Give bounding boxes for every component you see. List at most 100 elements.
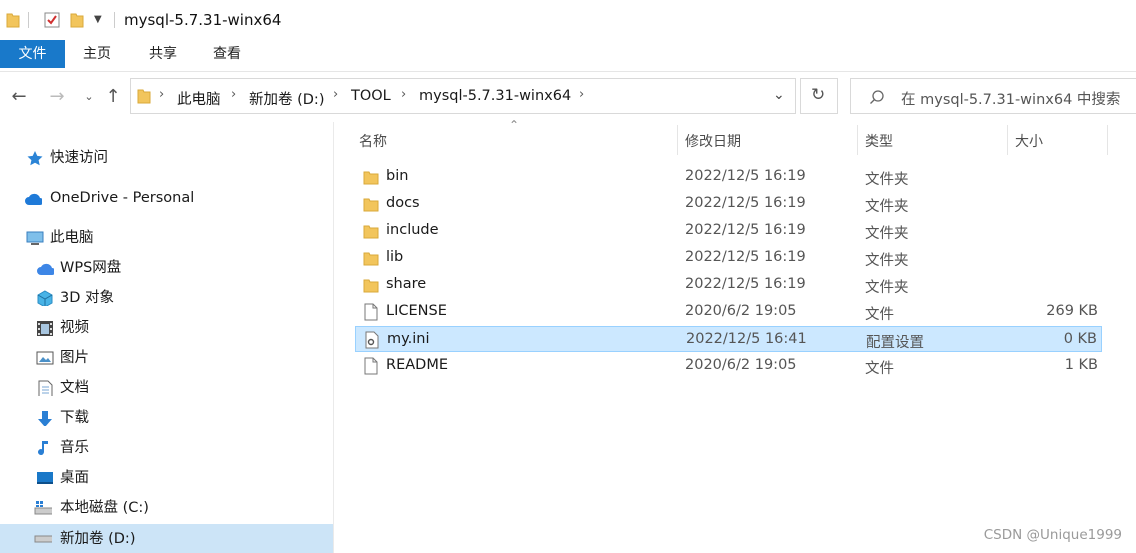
file-row-my-ini[interactable]: my.ini 2022/12/5 16:41 配置设置 0 KB [355,326,1102,352]
chevron-down-icon[interactable]: ▼ [94,14,102,25]
nav-local-disk-c[interactable]: 本地磁盘 (C:) [34,494,324,522]
wps-cloud-icon [37,263,54,275]
file-type: 文件夹 [865,199,909,215]
file-date: 2020/6/2 19:05 [685,357,797,373]
breadcrumb-drive-d[interactable]: 新加卷 (D:) [249,88,324,109]
blank-file-icon [364,303,378,321]
breadcrumb-separator-icon[interactable]: › [401,87,406,102]
file-name: include [386,222,439,238]
address-bar[interactable]: › 此电脑 › 新加卷 (D:) › TOOL › mysql-5.7.31-w… [130,78,796,114]
file-type: 配置设置 [866,335,924,351]
breadcrumb-separator-icon[interactable]: › [579,87,584,102]
file-row-bin[interactable]: bin 2022/12/5 16:19 文件夹 [355,164,1102,190]
file-row-readme[interactable]: README 2020/6/2 19:05 文件 1 KB [355,353,1102,379]
file-name: share [386,276,427,292]
file-name: bin [386,168,409,184]
folder-icon [363,252,379,266]
file-type: 文件 [865,307,894,323]
nav-this-pc[interactable]: 此电脑 [24,224,324,252]
nav-item-label: 快速访问 [50,150,108,166]
column-divider[interactable] [1007,125,1008,155]
picture-icon [36,351,54,365]
column-divider[interactable] [677,125,678,155]
column-header-date[interactable]: 修改日期 [685,131,741,151]
tab-share[interactable]: 共享 [138,40,188,68]
back-arrow-icon[interactable]: ← [8,85,30,107]
file-name: lib [386,249,404,265]
breadcrumb-separator-icon[interactable]: › [159,87,164,102]
breadcrumb-this-pc[interactable]: 此电脑 [177,88,221,109]
nav-item-label: 3D 对象 [60,290,114,306]
search-box[interactable]: 在 mysql-5.7.31-winx64 中搜索 [850,78,1136,114]
nav-new-volume-d[interactable]: 新加卷 (D:) [0,524,333,553]
divider [114,12,115,28]
file-row-include[interactable]: include 2022/12/5 16:19 文件夹 [355,218,1102,244]
sort-ascending-caret-icon: ⌃ [509,118,520,132]
file-row-lib[interactable]: lib 2022/12/5 16:19 文件夹 [355,245,1102,271]
computer-icon [26,231,44,245]
column-divider[interactable] [1107,125,1108,155]
nav-item-label: 视频 [60,320,89,336]
search-icon [870,90,884,104]
onedrive-cloud-icon [25,193,42,205]
breadcrumb-mysql[interactable]: mysql-5.7.31-winx64 [419,88,571,104]
windows-drive-icon [34,501,52,515]
file-row-license[interactable]: LICENSE 2020/6/2 19:05 文件 269 KB [355,299,1102,325]
file-type: 文件夹 [865,280,909,296]
refresh-button[interactable]: ↻ [800,78,838,114]
up-arrow-icon[interactable]: ↑ [102,85,124,107]
divider [28,12,29,28]
file-size: 269 KB [1046,303,1098,319]
file-date: 2022/12/5 16:19 [685,168,806,184]
file-size: 0 KB [1063,331,1097,347]
window-title: mysql-5.7.31-winx64 [124,11,282,29]
new-folder-icon[interactable] [70,12,84,28]
tab-file[interactable]: 文件 [0,40,65,68]
properties-check-icon[interactable] [44,12,60,28]
forward-arrow-icon[interactable]: → [46,85,68,107]
nav-item-label: 此电脑 [50,230,94,246]
nav-onedrive[interactable]: OneDrive - Personal [24,184,324,212]
nav-downloads[interactable]: 下载 [34,404,324,432]
nav-documents[interactable]: 文档 [34,374,324,402]
nav-quick-access[interactable]: 快速访问 [24,144,324,172]
ribbon-tabs: 文件 主页 共享 查看 [0,40,1136,72]
file-type: 文件夹 [865,226,909,242]
nav-music[interactable]: 音乐 [34,434,324,462]
refresh-icon: ↻ [811,85,826,105]
music-note-icon [38,441,48,456]
file-name: LICENSE [386,303,447,319]
nav-item-label: 本地磁盘 (C:) [60,500,149,516]
breadcrumb-tool[interactable]: TOOL [351,88,391,104]
nav-item-label: WPS网盘 [60,260,122,276]
file-name: README [386,357,448,373]
file-type: 文件夹 [865,253,909,269]
breadcrumb-separator-icon[interactable]: › [333,87,338,102]
download-arrow-icon [38,411,52,426]
nav-wps-drive[interactable]: WPS网盘 [34,254,324,282]
nav-videos[interactable]: 视频 [34,314,324,342]
nav-3d-objects[interactable]: 3D 对象 [34,284,324,312]
file-row-docs[interactable]: docs 2022/12/5 16:19 文件夹 [355,191,1102,217]
address-dropdown-chevron-icon[interactable]: ⌄ [773,87,785,103]
tab-view[interactable]: 查看 [202,40,252,68]
column-header-size[interactable]: 大小 [1015,131,1043,151]
breadcrumb-separator-icon[interactable]: › [231,87,236,102]
nav-desktop[interactable]: 桌面 [34,464,324,492]
document-icon [38,380,53,396]
tab-home[interactable]: 主页 [72,40,122,68]
nav-item-label: 桌面 [60,470,89,486]
file-row-share[interactable]: share 2022/12/5 16:19 文件夹 [355,272,1102,298]
column-header-type[interactable]: 类型 [865,131,893,151]
title-bar: ▼ mysql-5.7.31-winx64 [0,0,1136,40]
file-name: my.ini [387,331,430,347]
file-type: 文件夹 [865,172,909,188]
recent-locations-chevron-icon[interactable]: ⌄ [78,85,100,107]
file-date: 2020/6/2 19:05 [685,303,797,319]
column-header-name[interactable]: 名称 [359,131,387,151]
column-divider[interactable] [857,125,858,155]
nav-pictures[interactable]: 图片 [34,344,324,372]
blank-file-icon [364,357,378,375]
config-file-gear-icon [365,331,379,349]
file-date: 2022/12/5 16:41 [686,331,807,347]
